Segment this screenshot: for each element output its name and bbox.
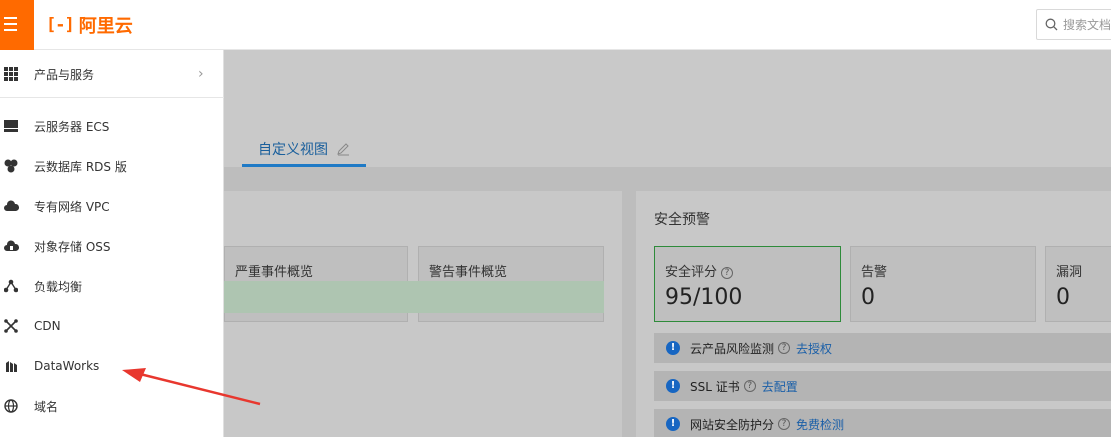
sidebar-item-label: 负载均衡 [34,279,83,294]
sidebar-item-rds[interactable]: 云数据库 RDS 版 [0,146,224,186]
sidebar-item-label: CDN [34,319,61,333]
sidebar-item-label: 云服务器 ECS [34,119,110,134]
vulnerabilities-label: 漏洞 [1056,265,1083,280]
sidebar-item-label: DataWorks [34,359,100,373]
authorize-link[interactable]: 去授权 [796,340,832,357]
chevron-right-icon: › [198,66,204,82]
annotation-arrow-icon [122,368,261,406]
logo-mark: [-] [46,15,75,35]
alerts-value: 0 [861,285,875,310]
database-icon [3,158,19,174]
server-icon [3,118,19,134]
aliyun-logo[interactable]: [-] 阿里云 [46,12,133,38]
load-balancer-icon [3,278,19,294]
vulnerabilities-card[interactable]: 漏洞 0 [1045,246,1111,322]
sidebar-item-products-services[interactable]: 产品与服务 › [0,50,224,98]
search-input[interactable]: 搜索文档 [1036,9,1111,40]
info-icon: ! [666,341,680,355]
alerts-label: 告警 [861,265,888,280]
info-icon: ! [666,379,680,393]
logo-text: 阿里云 [78,16,133,37]
dataworks-icon [3,358,19,374]
cloud-storage-icon [3,238,19,254]
search-placeholder: 搜索文档 [1063,18,1111,32]
alert-text: SSL 证书 [690,379,740,394]
tab-custom-view[interactable]: 自定义视图 [242,134,366,167]
security-score-value: 95/100 [665,285,743,310]
help-icon[interactable]: ? [743,380,756,392]
globe-icon [3,398,19,414]
alert-row-cloud-risk: ! 云产品风险监测 ? 去授权 [654,333,1111,363]
alerts-card[interactable]: 告警 0 [850,246,1036,322]
top-bar: [-] 阿里云 搜索文档 [0,0,1111,50]
severe-events-label: 严重事件概览 [235,265,314,280]
vulnerabilities-value: 0 [1056,285,1070,310]
sidebar-item-label: 专有网络 VPC [34,199,110,214]
sidebar-item-label: 域名 [34,399,59,414]
sidebar-item-label: 云数据库 RDS 版 [34,159,127,174]
free-check-link[interactable]: 免费检测 [796,416,844,433]
help-icon[interactable]: ? [778,418,791,430]
configure-link[interactable]: 去配置 [762,378,798,395]
security-alert-title: 安全预警 [654,212,710,228]
sidebar-item-oss[interactable]: 对象存储 OSS [0,226,224,266]
alert-row-ssl: ! SSL 证书 ? 去配置 [654,371,1111,401]
sidebar-item-slb[interactable]: 负载均衡 [0,266,224,306]
status-bar [224,281,604,313]
info-icon: ! [666,417,680,431]
sidebar-item-label: 对象存储 OSS [34,239,111,254]
search-icon [1045,18,1058,31]
products-services-row: 产品与服务 › [0,54,224,94]
help-icon[interactable]: ? [778,342,791,354]
cloud-network-icon [3,198,19,214]
grid-icon [3,66,19,82]
alert-text: 云产品风险监测 [690,341,775,356]
warning-events-label: 警告事件概览 [429,265,508,280]
security-score-card[interactable]: 安全评分? 95/100 [654,246,841,322]
tab-custom-view-label: 自定义视图 [258,142,328,158]
security-score-label: 安全评分? [665,261,734,280]
products-services-label: 产品与服务 [34,67,95,82]
sidebar-item-cdn[interactable]: CDN [0,306,224,346]
edit-icon[interactable] [336,142,350,156]
alert-row-website-protection: ! 网站安全防护分 ? 免费检测 [654,409,1111,437]
sidebar-item-ecs[interactable]: 云服务器 ECS [0,106,224,146]
cdn-icon [3,318,19,334]
alert-text: 网站安全防护分 [690,417,775,432]
help-icon[interactable]: ? [721,266,734,279]
sidebar-item-vpc[interactable]: 专有网络 VPC [0,186,224,226]
menu-toggle-button[interactable] [0,0,34,50]
